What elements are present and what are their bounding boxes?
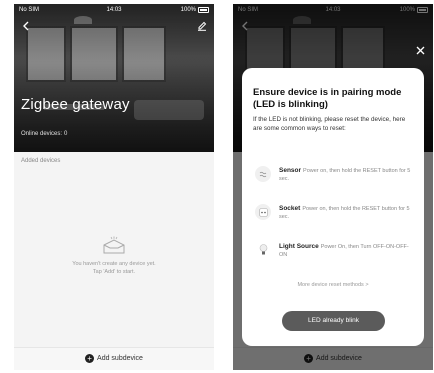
close-icon[interactable] bbox=[416, 46, 425, 55]
status-bar: No SIM 14:03 100% bbox=[14, 4, 214, 16]
gateway-title: Zigbee gateway bbox=[21, 96, 130, 113]
add-subdevice-button[interactable]: + Add subdevice bbox=[14, 354, 214, 363]
plus-circle-icon: + bbox=[85, 354, 95, 363]
reset-method-sensor: Sensor Power on, then hold the RESET butt… bbox=[255, 166, 415, 183]
method-name: Socket bbox=[279, 205, 301, 212]
bottom-bar: + Add subdevice bbox=[14, 347, 214, 370]
back-arrow-icon[interactable] bbox=[21, 21, 31, 31]
empty-hint: Tap 'Add' to start. bbox=[92, 269, 136, 275]
socket-icon bbox=[255, 204, 271, 220]
dialog-title: Ensure device is in pairing mode (LED is… bbox=[253, 87, 402, 110]
added-devices-label: Added devices bbox=[21, 158, 61, 164]
sensor-icon bbox=[255, 166, 271, 182]
empty-state: You haven't create any device yet. Tap '… bbox=[14, 236, 214, 276]
more-reset-methods-link[interactable]: More device reset methods > bbox=[242, 282, 424, 288]
bulb-icon bbox=[255, 242, 271, 258]
online-devices-count: 0 bbox=[64, 131, 68, 137]
battery-percent: 100% bbox=[180, 7, 196, 13]
online-devices-label: Online devices: bbox=[21, 131, 63, 137]
method-name: Sensor bbox=[279, 167, 302, 174]
room-background-image bbox=[14, 4, 214, 152]
empty-message: You haven't create any device yet. bbox=[72, 261, 156, 267]
reset-method-socket: Socket Power on, then hold the RESET butt… bbox=[255, 204, 415, 221]
pairing-mode-dialog: Ensure device is in pairing mode (LED is… bbox=[242, 68, 424, 346]
edit-pencil-icon[interactable] bbox=[197, 21, 207, 31]
battery-icon bbox=[198, 7, 209, 13]
add-subdevice-label: Add subdevice bbox=[97, 355, 143, 362]
dialog-description: If the LED is not blinking, please reset… bbox=[253, 116, 406, 132]
reset-method-light: Light Source Power On, then Turn OFF-ON-O… bbox=[255, 242, 415, 259]
led-already-blink-button[interactable]: LED already blink bbox=[282, 311, 385, 331]
method-name: Light Source bbox=[279, 243, 319, 250]
online-devices: Online devices: 0 bbox=[21, 131, 67, 137]
empty-box-icon bbox=[103, 236, 125, 254]
gateway-screen: No SIM 14:03 100% Zigbee gateway Online … bbox=[14, 4, 214, 370]
pairing-screen: No SIM 14:03 100% + Add subdevice Ensure… bbox=[233, 4, 433, 370]
